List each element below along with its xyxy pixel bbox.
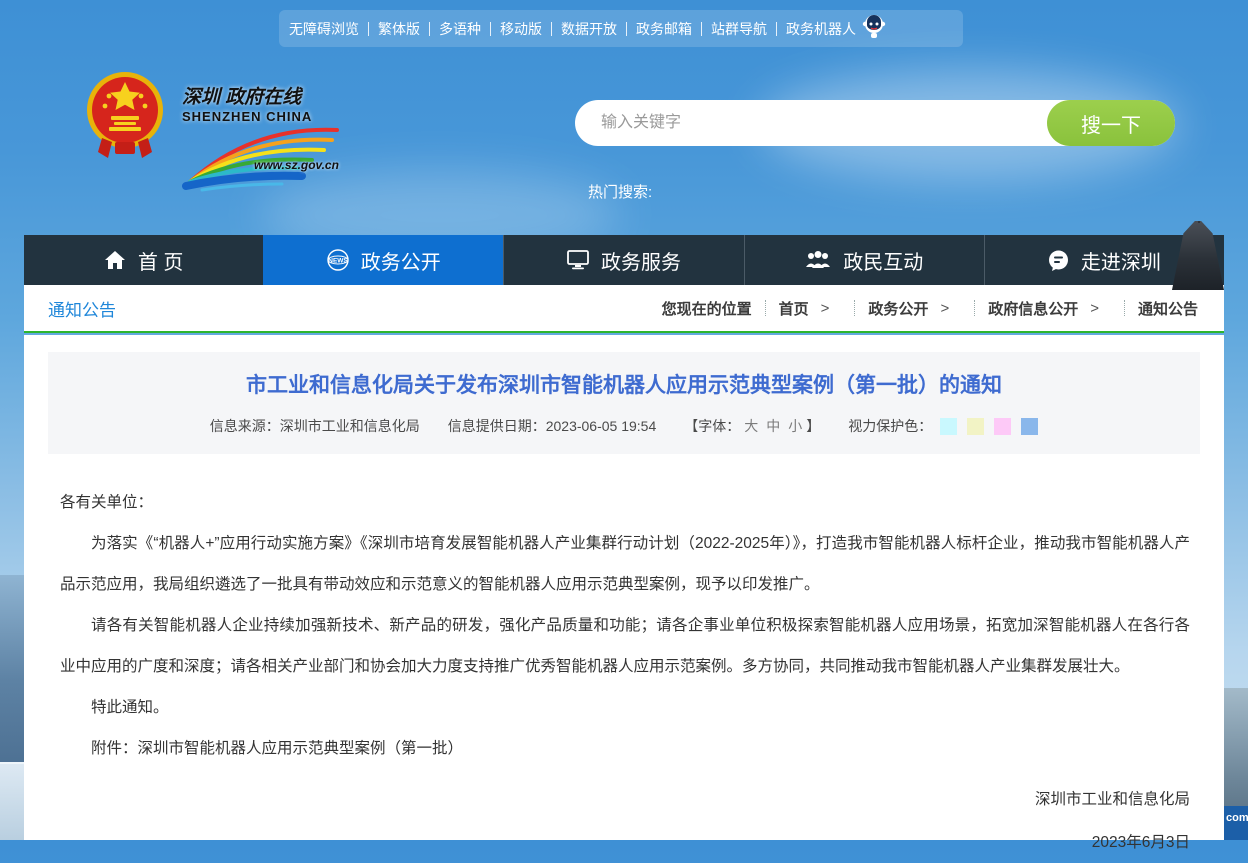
logo-title-en: SHENZHEN CHINA	[182, 109, 342, 124]
people-icon	[805, 250, 831, 270]
nav-label: 政务服务	[601, 246, 681, 275]
nav-gov-info[interactable]: NEWS 政务公开	[263, 235, 503, 285]
font-label: 【字体：	[684, 416, 740, 436]
home-icon	[104, 250, 126, 270]
chevron-separator: >	[1090, 300, 1099, 317]
link-gov-robot[interactable]: 政务机器人	[786, 19, 856, 39]
font-size-small-button[interactable]: 小	[788, 416, 802, 436]
attachment-line: 附件：深圳市智能机器人应用示范典型案例（第一批）	[60, 728, 1190, 769]
divider	[368, 22, 369, 36]
divider	[765, 300, 766, 316]
link-traditional[interactable]: 繁体版	[378, 19, 420, 39]
nav-interaction[interactable]: 政民互动	[744, 235, 984, 285]
divider	[490, 22, 491, 36]
salutation: 各有关单位：	[60, 482, 1190, 523]
chevron-separator: >	[940, 300, 949, 317]
nav-home[interactable]: 首 页	[24, 235, 263, 285]
link-gov-mail[interactable]: 政务邮箱	[636, 19, 692, 39]
source-value: 深圳市工业和信息化局	[280, 416, 420, 436]
crumb-gov-info[interactable]: 政务公开	[868, 298, 928, 319]
divider	[429, 22, 430, 36]
eye-color-blue[interactable]	[1021, 418, 1038, 435]
divider	[551, 22, 552, 36]
article-meta: 信息来源： 深圳市工业和信息化局 信息提供日期： 2023-06-05 19:5…	[68, 416, 1180, 436]
meta-source: 信息来源： 深圳市工业和信息化局	[210, 416, 420, 436]
divider	[626, 22, 627, 36]
eye-color-yellow[interactable]	[967, 418, 984, 435]
nav-label: 首 页	[138, 246, 184, 275]
location-label: 您现在的位置	[662, 298, 752, 319]
font-size-large-button[interactable]: 大	[744, 416, 758, 436]
divider	[974, 300, 975, 316]
search-button[interactable]: 搜一下	[1047, 100, 1175, 146]
paragraph: 请各有关智能机器人企业持续加强新技术、新产品的研发，强化产品质量和功能；请各企事…	[60, 605, 1190, 687]
divider	[1124, 300, 1125, 316]
article-container: 市工业和信息化局关于发布深圳市智能机器人应用示范典型案例（第一批）的通知 信息来…	[24, 335, 1224, 840]
crumb-gov-info-disclosure[interactable]: 政府信息公开	[988, 298, 1078, 319]
link-mobile[interactable]: 移动版	[500, 19, 542, 39]
divider	[701, 22, 702, 36]
font-label-end: 】	[806, 416, 820, 436]
national-emblem-icon	[82, 68, 168, 165]
crumb-home[interactable]: 首页	[779, 298, 809, 319]
link-multilingual[interactable]: 多语种	[439, 19, 481, 39]
link-site-nav[interactable]: 站群导航	[711, 19, 767, 39]
news-globe-icon: NEWS	[327, 249, 349, 271]
nav-label: 走进深圳	[1081, 246, 1161, 275]
signature-date: 2023年6月3日	[60, 822, 1190, 863]
eye-color-pink[interactable]	[994, 418, 1011, 435]
article-header: 市工业和信息化局关于发布深圳市智能机器人应用示范典型案例（第一批）的通知 信息来…	[48, 352, 1200, 454]
eye-protect-label: 视力保护色：	[848, 416, 932, 436]
monitor-icon	[567, 250, 589, 270]
svg-text:NEWS: NEWS	[328, 258, 348, 265]
hot-search-label: 热门搜索:	[588, 181, 652, 202]
logo-title-cn: 深圳 政府在线	[182, 82, 342, 109]
nav-label: 政务公开	[361, 246, 441, 275]
divider	[776, 22, 777, 36]
date-value: 2023-06-05 19:54	[546, 418, 657, 434]
source-label: 信息来源：	[210, 416, 280, 436]
breadcrumb-bar: 通知公告 您现在的位置 首页 > 政务公开 > 政府信息公开 > 通知公告	[24, 285, 1224, 333]
main-nav: 首 页 NEWS 政务公开 政务服务 政民互动 走进深圳	[24, 235, 1224, 285]
logo-url: www.sz.gov.cn	[254, 158, 339, 172]
article-title: 市工业和信息化局关于发布深圳市智能机器人应用示范典型案例（第一批）的通知	[68, 369, 1180, 399]
meta-date: 信息提供日期： 2023-06-05 19:54	[448, 416, 657, 436]
top-utility-bar: 无障碍浏览 繁体版 多语种 移动版 数据开放 政务邮箱 站群导航 政务机器人	[279, 10, 963, 47]
link-open-data[interactable]: 数据开放	[561, 19, 617, 39]
date-label: 信息提供日期：	[448, 416, 546, 436]
eye-protect-controls: 视力保护色：	[848, 416, 1038, 436]
crumb-notices[interactable]: 通知公告	[1138, 298, 1198, 319]
font-size-controls: 【字体： 大 中 小 】	[684, 416, 820, 436]
breadcrumb: 您现在的位置 首页 > 政务公开 > 政府信息公开 > 通知公告	[662, 298, 1198, 319]
site-logo[interactable]: 深圳 政府在线 SHENZHEN CHINA www.sz.gov.cn	[82, 68, 342, 201]
speech-bubble-icon	[1048, 250, 1069, 271]
link-accessibility[interactable]: 无障碍浏览	[289, 19, 359, 39]
font-size-medium-button[interactable]: 中	[766, 416, 780, 436]
divider	[854, 300, 855, 316]
skyscraper-image	[1172, 221, 1224, 290]
nav-label: 政民互动	[843, 246, 923, 275]
section-title[interactable]: 通知公告	[48, 296, 116, 321]
chevron-separator: >	[821, 300, 830, 317]
eye-color-swatches	[940, 418, 1038, 435]
article-body: 各有关单位： 为落实《“机器人+”应用行动实施方案》《深圳市培育发展智能机器人产…	[60, 482, 1190, 863]
background-building	[0, 762, 24, 840]
search-bar: 搜一下	[575, 100, 1175, 146]
signature-org: 深圳市工业和信息化局	[60, 779, 1190, 820]
paragraph: 为落实《“机器人+”应用行动实施方案》《深圳市培育发展智能机器人产业集群行动计划…	[60, 523, 1190, 605]
nav-gov-services[interactable]: 政务服务	[503, 235, 743, 285]
closing-line: 特此通知。	[60, 687, 1190, 728]
photo-watermark: com	[1226, 812, 1248, 824]
robot-icon[interactable]	[862, 13, 886, 44]
eye-color-cyan[interactable]	[940, 418, 957, 435]
